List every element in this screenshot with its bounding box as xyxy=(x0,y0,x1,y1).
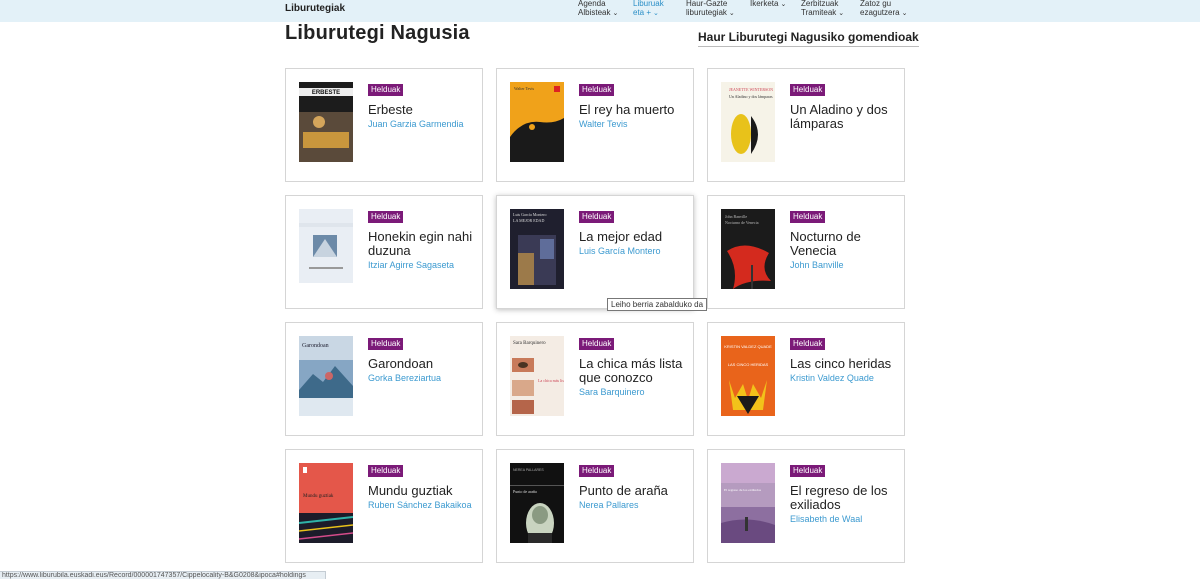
audience-badge: Helduak xyxy=(579,84,615,96)
svg-text:Mundu guztiak: Mundu guztiak xyxy=(303,494,334,499)
book-title[interactable]: Un Aladino y dos lámparas xyxy=(790,103,902,133)
book-title[interactable]: Garondoan Gorka Bereziartua xyxy=(368,357,480,384)
audience-badge: Helduak xyxy=(790,211,826,223)
audience-badge: Helduak xyxy=(368,338,404,350)
book-card[interactable]: Luis García Montero LA MEJOR EDAD Helduak… xyxy=(496,195,694,309)
chevron-down-icon: ⌄ xyxy=(838,10,845,17)
book-author[interactable]: Itziar Agirre Sagaseta xyxy=(368,260,480,270)
audience-badge: Helduak xyxy=(790,84,826,96)
book-author[interactable]: Luis García Montero xyxy=(579,246,691,256)
book-author[interactable]: Gorka Bereziartua xyxy=(368,373,480,383)
book-card[interactable]: Mundu guztiak Helduak Mundu guztiak Ruben… xyxy=(285,449,483,563)
book-cover[interactable] xyxy=(299,209,353,289)
book-title[interactable]: Erbeste Juan Garzia Garmendia xyxy=(368,103,480,130)
svg-text:John Banville: John Banville xyxy=(725,214,747,219)
book-author[interactable]: Nerea Pallares xyxy=(579,500,691,510)
nav-item-agenda[interactable]: Agenda Albisteak ⌄ xyxy=(578,0,618,18)
svg-text:La chica más lista: La chica más lista xyxy=(538,378,564,383)
book-cover[interactable]: Mundu guztiak xyxy=(299,463,353,543)
book-cover[interactable]: John Banville Nocturno de Venecia xyxy=(721,209,775,289)
book-title[interactable]: La chica más lista que conozco Sara Barqu… xyxy=(579,357,691,398)
book-card[interactable]: Helduak Honekin egin nahi duzuna Itziar A… xyxy=(285,195,483,309)
book-author[interactable]: Juan Garzia Garmendia xyxy=(368,119,480,129)
book-author[interactable]: Elisabeth de Waal xyxy=(790,514,902,524)
svg-text:NEREA PALLARES: NEREA PALLARES xyxy=(513,468,544,472)
book-title[interactable]: Mundu guztiak Ruben Sánchez Bakaikoa xyxy=(368,484,480,511)
book-card[interactable]: JEANETTE WINTERSON Un Aladino y dos lámpa… xyxy=(707,68,905,182)
audience-badge: Helduak xyxy=(368,465,404,477)
nav-item-haur-gazte[interactable]: Haur-Gazte liburutegiak ⌄ xyxy=(686,0,735,18)
book-author[interactable]: Kristin Valdez Quade xyxy=(790,373,902,383)
book-author[interactable]: Sara Barquinero xyxy=(579,387,691,397)
book-title[interactable]: El regreso de los exiliados Elisabeth de … xyxy=(790,484,902,525)
book-card[interactable]: KRISTIN VALDEZ QUADE LAS CINCO HERIDAS He… xyxy=(707,322,905,436)
nav-item-zatoz[interactable]: Zatoz gu ezagutzera ⌄ xyxy=(860,0,907,18)
svg-text:LAS CINCO HERIDAS: LAS CINCO HERIDAS xyxy=(728,362,769,367)
nav-item-liburuak[interactable]: Liburuak eta + ⌄ xyxy=(633,0,664,18)
svg-text:Walter Tevis: Walter Tevis xyxy=(514,86,535,91)
svg-text:Un Aladino y dos lámparas: Un Aladino y dos lámparas xyxy=(729,94,773,99)
audience-badge: Helduak xyxy=(368,84,404,96)
book-card[interactable]: Sara Barquinero La chica más lista Heldua… xyxy=(496,322,694,436)
svg-text:LA MEJOR EDAD: LA MEJOR EDAD xyxy=(513,218,544,223)
svg-text:El regreso de los exiliados: El regreso de los exiliados xyxy=(724,488,762,492)
audience-badge: Helduak xyxy=(790,338,826,350)
audience-badge: Helduak xyxy=(368,211,404,223)
svg-text:Punto de araña: Punto de araña xyxy=(513,489,537,494)
book-card[interactable]: Walter Tevis Helduak El rey ha muerto Wal… xyxy=(496,68,694,182)
chevron-down-icon: ⌄ xyxy=(901,10,908,17)
new-window-tooltip: Leiho berria zabalduko da xyxy=(607,298,708,311)
book-title[interactable]: Las cinco heridas Kristin Valdez Quade xyxy=(790,357,902,384)
book-card[interactable]: ERBESTE Helduak Erbeste Juan Garzia Garme… xyxy=(285,68,483,182)
site-title[interactable]: Liburutegiak xyxy=(285,3,345,14)
book-cover[interactable]: ERBESTE xyxy=(299,82,353,162)
audience-badge: Helduak xyxy=(579,211,615,223)
book-cover[interactable]: Sara Barquinero La chica más lista xyxy=(510,336,564,416)
chevron-down-icon: ⌄ xyxy=(653,10,659,17)
book-card[interactable]: NEREA PALLARES Punto de araña Helduak Pun… xyxy=(496,449,694,563)
chevron-down-icon: ⌄ xyxy=(780,1,787,8)
svg-text:Luis García Montero: Luis García Montero xyxy=(513,212,547,217)
book-title[interactable]: La mejor edad Luis García Montero xyxy=(579,230,691,257)
book-cover[interactable]: Garondoan xyxy=(299,336,353,416)
book-cover[interactable]: Luis García Montero LA MEJOR EDAD xyxy=(510,209,564,289)
book-title[interactable]: Punto de araña Nerea Pallares xyxy=(579,484,691,511)
browser-status-bar: https://www.liburubila.euskadi.eus/Recor… xyxy=(0,571,326,579)
book-card[interactable]: El regreso de los exiliados Helduak El r… xyxy=(707,449,905,563)
nav-item-zerbitzuak[interactable]: Zerbitzuak Tramiteak ⌄ xyxy=(801,0,844,18)
recommendations-link[interactable]: Haur Liburutegi Nagusiko gomendioak xyxy=(698,30,919,47)
book-author[interactable]: John Banville xyxy=(790,260,902,270)
book-title[interactable]: Nocturno de Venecia John Banville xyxy=(790,230,902,271)
book-card[interactable]: John Banville Nocturno de Venecia Helduak… xyxy=(707,195,905,309)
svg-text:ERBESTE: ERBESTE xyxy=(312,90,340,96)
svg-text:JEANETTE WINTERSON: JEANETTE WINTERSON xyxy=(729,87,773,92)
book-cover[interactable]: Walter Tevis xyxy=(510,82,564,162)
book-author[interactable]: Walter Tevis xyxy=(579,119,691,129)
book-title[interactable]: Honekin egin nahi duzuna Itziar Agirre Sa… xyxy=(368,230,480,271)
book-cover[interactable]: NEREA PALLARES Punto de araña xyxy=(510,463,564,543)
book-cover[interactable]: JEANETTE WINTERSON Un Aladino y dos lámpa… xyxy=(721,82,775,162)
audience-badge: Helduak xyxy=(790,465,826,477)
book-card[interactable]: Garondoan Helduak Garondoan Gorka Berezia… xyxy=(285,322,483,436)
book-author[interactable]: Ruben Sánchez Bakaikoa xyxy=(368,500,480,510)
page-title: Liburutegi Nagusia xyxy=(285,22,470,44)
svg-text:KRISTIN VALDEZ QUADE: KRISTIN VALDEZ QUADE xyxy=(724,344,772,349)
chevron-down-icon: ⌄ xyxy=(612,10,619,17)
book-cover[interactable]: El regreso de los exiliados xyxy=(721,463,775,543)
svg-text:Garondoan: Garondoan xyxy=(302,343,329,349)
audience-badge: Helduak xyxy=(579,338,615,350)
nav-item-ikerketa[interactable]: Ikerketa ⌄ xyxy=(750,0,786,9)
audience-badge: Helduak xyxy=(579,465,615,477)
top-navigation-bar: Liburutegiak Agenda Albisteak ⌄ Liburuak … xyxy=(0,0,1200,22)
chevron-down-icon: ⌄ xyxy=(728,10,735,17)
svg-text:Sara Barquinero: Sara Barquinero xyxy=(513,341,546,346)
svg-text:Nocturno de Venecia: Nocturno de Venecia xyxy=(725,220,759,225)
book-title[interactable]: El rey ha muerto Walter Tevis xyxy=(579,103,691,130)
book-cover[interactable]: KRISTIN VALDEZ QUADE LAS CINCO HERIDAS xyxy=(721,336,775,416)
